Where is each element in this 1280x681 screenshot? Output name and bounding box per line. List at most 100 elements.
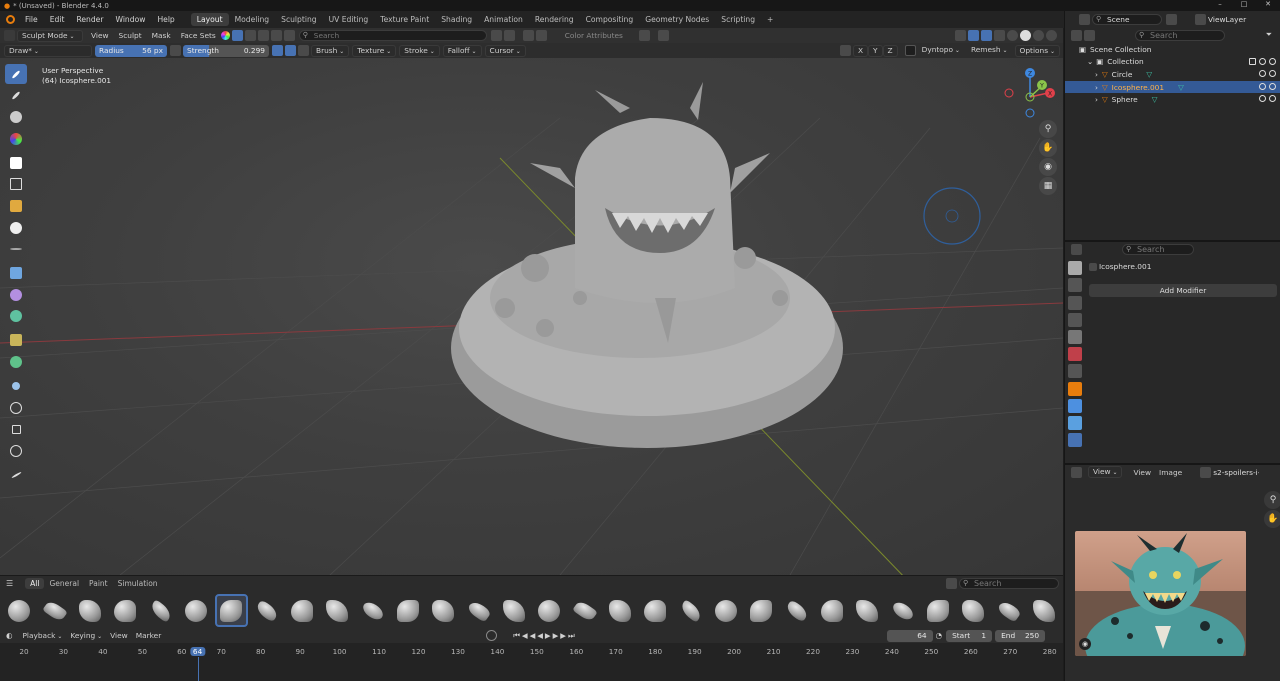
brush-thumbnail[interactable]	[780, 594, 813, 627]
add-workspace-button[interactable]: +	[761, 13, 779, 26]
filter-icon[interactable]	[522, 30, 534, 41]
tab-shading[interactable]: Shading	[435, 13, 478, 26]
playhead-line[interactable]	[197, 657, 199, 681]
options-menu[interactable]: Options	[1014, 44, 1060, 57]
outliner-editor-icon[interactable]	[1071, 29, 1082, 41]
remesh-menu[interactable]: Remesh	[967, 45, 1012, 57]
camera-icon[interactable]	[1269, 82, 1276, 90]
axis-z-toggle[interactable]: Z	[882, 44, 898, 57]
brush-thumbnail[interactable]	[462, 594, 495, 627]
move-tool[interactable]	[5, 376, 27, 396]
playback-controls[interactable]: ⏮◀◀◀▶▶▶⏭	[513, 631, 576, 641]
image-view-dropdown[interactable]: View	[1088, 466, 1123, 478]
draw-brush-tool[interactable]	[5, 64, 27, 84]
cursor-menu[interactable]: Cursor	[484, 44, 526, 57]
sculpt-model[interactable]	[451, 82, 843, 448]
strength-field[interactable]: Strength 0.299	[183, 44, 269, 57]
tab-uv-editing[interactable]: UV Editing	[323, 13, 375, 26]
rotate-tool[interactable]	[5, 398, 27, 418]
camera-icon[interactable]: ◉	[1079, 638, 1091, 650]
select-lasso-icon[interactable]	[244, 30, 256, 41]
camera-view-icon[interactable]: ◉	[1039, 158, 1057, 176]
menu-help[interactable]: Help	[151, 15, 180, 24]
timeline-ruler[interactable]: 20 30 40 50 60 64 70 80 90 100 110 120 130 140 150 160 1…	[0, 643, 1063, 681]
scene-tab-icon[interactable]	[1068, 329, 1082, 344]
render-tab-icon[interactable]	[1068, 278, 1082, 293]
select-box-icon[interactable]	[231, 30, 243, 41]
view-object-types-icon[interactable]	[955, 30, 966, 41]
mask-by-color-tool[interactable]	[5, 330, 27, 350]
properties-editor-icon[interactable]	[1071, 243, 1082, 255]
dyntopo-menu[interactable]: Dyntopo	[918, 45, 964, 57]
mesh-filter-tool[interactable]	[5, 263, 27, 283]
menu-sculpt[interactable]: Sculpt	[114, 31, 147, 40]
modifier-tab-icon[interactable]	[1068, 398, 1082, 413]
brush-thumbnail[interactable]	[356, 594, 389, 627]
texture-menu[interactable]: Texture	[352, 44, 397, 57]
subtract-direction-icon[interactable]	[298, 45, 309, 56]
brush-thumbnail[interactable]	[745, 594, 778, 627]
editor-type-icon[interactable]	[4, 30, 15, 41]
collection-row[interactable]: ⌄ ▣ Collection	[1065, 56, 1280, 69]
axis-y-toggle[interactable]: Y	[868, 44, 883, 57]
brush-dropdown[interactable]: Draw*	[4, 44, 92, 57]
brush-thumbnail[interactable]	[1028, 594, 1061, 627]
brush-thumbnail[interactable]	[710, 594, 743, 627]
radius-field[interactable]: Radius 56 px	[95, 44, 167, 57]
expand-arrow-icon[interactable]: ›	[1095, 70, 1098, 79]
brush-thumbnail[interactable]	[144, 594, 177, 627]
scale-tool[interactable]	[5, 419, 27, 439]
brush-thumbnail[interactable]	[321, 594, 354, 627]
pressure-icon[interactable]	[170, 45, 181, 56]
expand-arrow-icon[interactable]: ›	[1095, 83, 1098, 92]
start-frame-field[interactable]: Start 1	[946, 629, 993, 642]
outliner-object-row[interactable]: › ▽ Circle ▽	[1065, 68, 1280, 81]
zoom-icon[interactable]: ⚲	[1039, 120, 1057, 138]
eye-icon[interactable]	[1259, 95, 1266, 103]
face-set-edit-tool[interactable]	[5, 306, 27, 326]
color-attributes-label[interactable]: Color Attributes	[565, 31, 623, 40]
image-zoom-icon[interactable]: ⚲	[1264, 491, 1280, 509]
3d-viewport[interactable]: User Perspective (64) Icosphere.001 X Z …	[0, 58, 1063, 575]
menu-edit[interactable]: Edit	[44, 15, 71, 24]
options-icon[interactable]	[638, 30, 650, 41]
brush-thumbnail[interactable]	[427, 594, 460, 627]
paint-brush-tool[interactable]	[5, 86, 27, 106]
particles-tab-icon[interactable]	[1068, 415, 1082, 430]
physics-tab-icon[interactable]	[1068, 433, 1082, 448]
maximize-button[interactable]: □	[1232, 0, 1256, 8]
tab-geometry-nodes[interactable]: Geometry Nodes	[639, 13, 715, 26]
eye-icon[interactable]	[1259, 82, 1266, 90]
image-browse-icon[interactable]	[1200, 466, 1212, 478]
camera-icon[interactable]	[1269, 70, 1276, 78]
tool-tab-icon[interactable]	[1068, 261, 1082, 276]
cloth-filter-tool[interactable]	[5, 285, 27, 305]
stroke-menu[interactable]: Stroke	[399, 44, 440, 57]
object-name[interactable]: Icosphere.001	[1099, 262, 1151, 271]
color-wheel-icon[interactable]	[220, 31, 230, 40]
rendered-shading-icon[interactable]	[1046, 30, 1057, 41]
line-project-tool[interactable]	[5, 239, 27, 259]
brush-thumbnail[interactable]	[286, 594, 319, 627]
brush-thumbnail[interactable]	[851, 594, 884, 627]
mode-dropdown[interactable]: Sculpt Mode	[17, 29, 83, 42]
select-circle-icon[interactable]	[257, 30, 269, 41]
solid-shading-icon[interactable]	[1020, 30, 1031, 41]
minimize-button[interactable]: –	[1208, 0, 1232, 8]
brush-thumbnail[interactable]	[38, 594, 71, 627]
expand-arrow-icon[interactable]: ›	[1095, 95, 1098, 104]
box-face-set-tool[interactable]	[5, 196, 27, 216]
strength-pressure-icon[interactable]	[272, 45, 283, 56]
annotate-tool[interactable]	[5, 465, 27, 485]
menu-face-sets[interactable]: Face Sets	[176, 31, 221, 40]
marker-menu[interactable]: Marker	[136, 631, 162, 640]
pivot-icon[interactable]	[657, 30, 669, 41]
tab-rendering[interactable]: Rendering	[529, 13, 580, 26]
shelf-tab-paint[interactable]: Paint	[84, 578, 113, 589]
shelf-search-input[interactable]: Search	[959, 578, 1059, 589]
image-name[interactable]: s2-spoilers-i-l	[1213, 468, 1259, 477]
shelf-display-icon[interactable]	[946, 578, 957, 589]
outliner-search-input[interactable]: Search	[1135, 29, 1225, 41]
add-direction-icon[interactable]	[285, 45, 296, 56]
menu-mask[interactable]: Mask	[147, 31, 176, 40]
